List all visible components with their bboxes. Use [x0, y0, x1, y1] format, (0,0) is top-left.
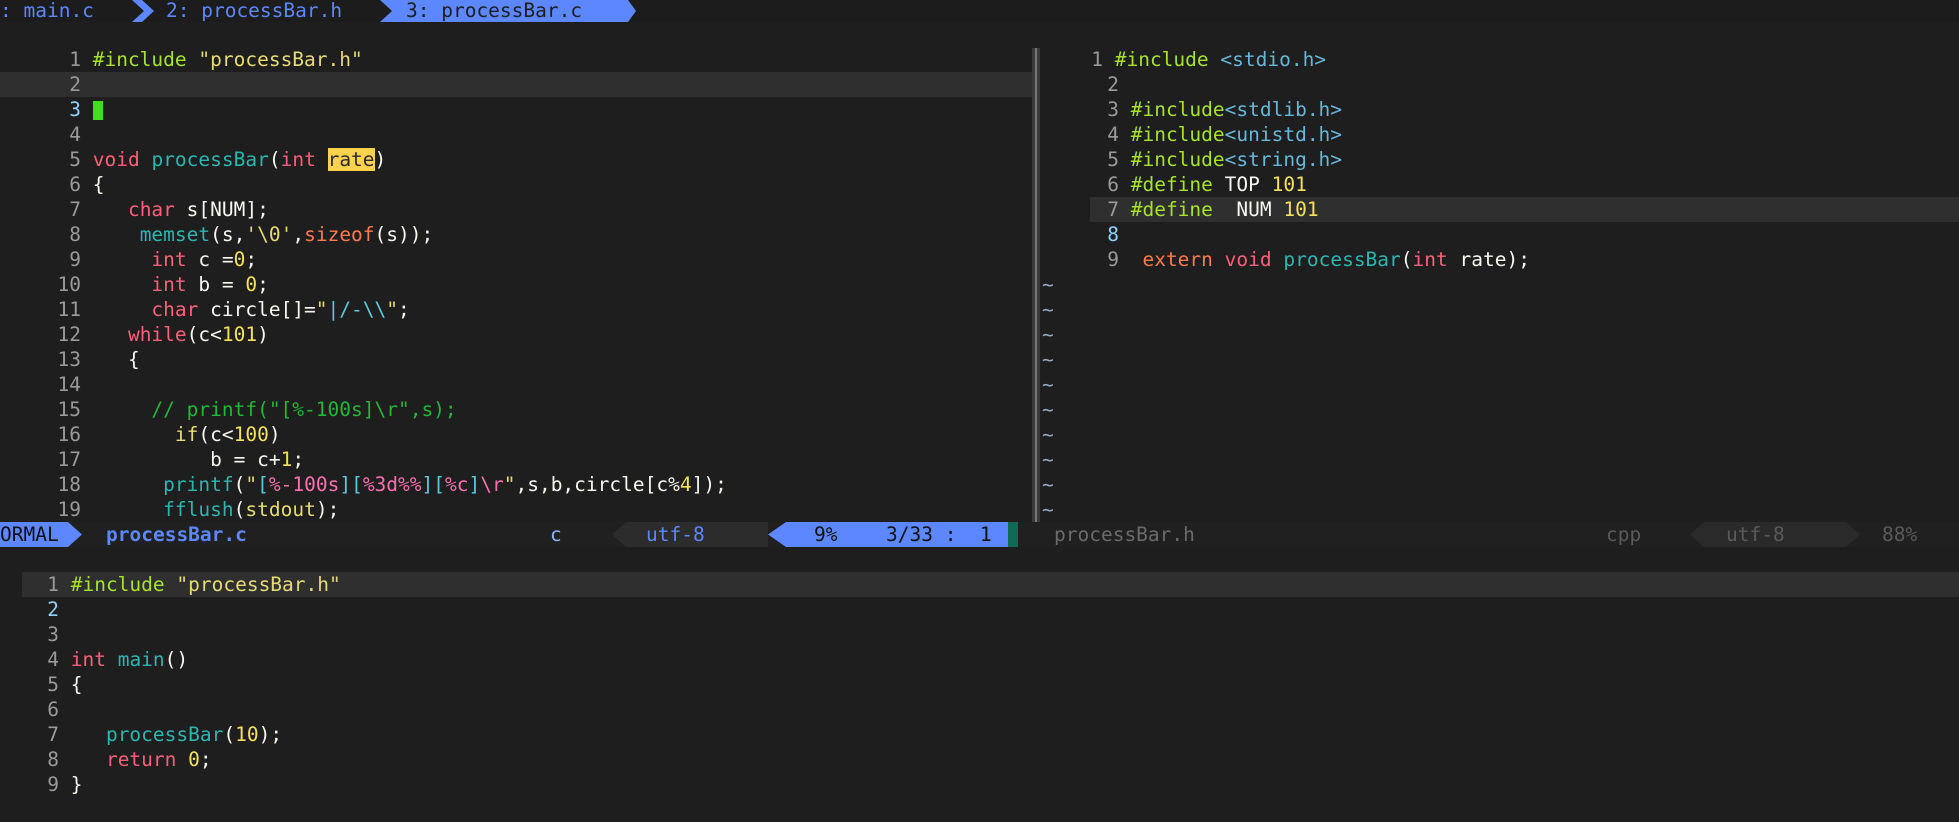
tab-processbar-h[interactable]: 2: processBar.h — [166, 0, 342, 22]
code-line: 3 — [0, 72, 103, 121]
statusline-filename: processBar.c — [106, 523, 247, 546]
code-line: 5 #include<string.h> — [1048, 122, 1342, 171]
statusline-percent-inactive: 88% — [1882, 523, 1918, 546]
code-line: 4 int main() — [47, 648, 189, 671]
code-line: 8 return 0; — [47, 748, 212, 771]
code-line: 15 // printf("[%-100s]\r",s); — [0, 372, 456, 421]
empty-line-marker: ~ — [1042, 348, 1054, 371]
code-line: 7 char s[NUM]; — [0, 172, 269, 221]
empty-line-marker: ~ — [1042, 473, 1054, 496]
split-scrollbar[interactable] — [1035, 48, 1037, 522]
code-line: 1 #include "processBar.h" — [0, 22, 363, 71]
statusline-percent: 9% — [814, 523, 838, 546]
code-line: 10 int b = 0; — [0, 247, 268, 296]
tab-main-c[interactable]: : main.c — [0, 0, 94, 22]
text-cursor — [92, 101, 103, 120]
editor-pane-main-c[interactable]: 1 #include "processBar.h" 2 3 4 int main… — [0, 547, 1959, 822]
code-line: 18 printf("[%-100s][%3d%%][%c]\r",s,b,ci… — [0, 447, 726, 496]
line-number: 9 — [1107, 248, 1119, 271]
statusline-filetype-inactive: cpp — [1606, 523, 1642, 546]
code-line: 2 — [1048, 47, 1119, 96]
statusline-end-marker — [1008, 522, 1018, 547]
code-line: 13 { — [0, 322, 139, 371]
statusline-position: 3/33 : 1 — [886, 523, 992, 546]
statusline-encoding-inactive: utf-8 — [1726, 523, 1785, 546]
mode-indicator: ORMAL — [0, 522, 68, 547]
tabline: : main.c 2: processBar.h 3: processBar.c — [0, 0, 1959, 22]
code-line: 14 — [0, 347, 80, 396]
code-line: 6 — [0, 672, 59, 721]
empty-line-marker: ~ — [1042, 423, 1054, 446]
code-line: 4 #include<unistd.h> — [1048, 97, 1342, 146]
code-line: 19 fflush(stdout); — [0, 472, 339, 521]
code-line: 20 if(c<100) — [0, 497, 316, 522]
editor-pane-processbar-h[interactable]: 1 #include <stdio.h> 2 3 #include<stdlib… — [1040, 22, 1959, 522]
code-line: 7 #define NUM 101 — [1048, 172, 1318, 221]
code-line: 1 #include <stdio.h> — [1040, 22, 1326, 71]
statusline: ORMAL processBar.c c utf-8 9% 3/33 : 1 p… — [0, 522, 1959, 547]
code-line: 1 #include "processBar.h" — [47, 573, 341, 596]
powerline-separator-icon — [1846, 522, 1860, 547]
code-line: 9 extern void processBar(int rate); — [1048, 222, 1530, 271]
empty-line-marker: ~ — [1042, 448, 1054, 471]
tab-end-arrow-icon — [620, 0, 636, 22]
empty-line-marker: ~ — [1042, 398, 1054, 421]
code-line: 9 } — [47, 773, 83, 796]
cursor-line — [0, 72, 1032, 97]
powerline-separator-icon — [612, 522, 626, 547]
statusline-encoding: utf-8 — [646, 523, 705, 546]
code-line: 5 void processBar(int rate) — [0, 122, 386, 171]
code-line: 6 #define TOP 101 — [1048, 147, 1307, 196]
powerline-arrow-icon — [68, 522, 82, 547]
powerline-separator-icon — [768, 522, 786, 547]
code-line: 11 char circle[]="|/-\\"; — [0, 272, 409, 321]
empty-line-marker: ~ — [1042, 323, 1054, 346]
code-line: 4 — [0, 97, 81, 146]
code-line: 2 — [0, 572, 59, 621]
empty-line-marker: ~ — [1042, 498, 1054, 521]
editor-pane-processbar-c[interactable]: 1 #include "processBar.h" 2 3 4 5 void p… — [0, 22, 1032, 522]
code-line: 9 int c =0; — [0, 222, 257, 271]
code-line: 3 — [0, 597, 59, 646]
statusline-filetype: c — [550, 523, 562, 546]
code-line: 16 if(c<100) — [0, 397, 280, 446]
code-line: 12 while(c<101) — [0, 297, 268, 346]
tab-processbar-c[interactable]: 3: processBar.c — [406, 0, 582, 22]
line-number: 9 — [47, 773, 59, 796]
empty-line-marker: ~ — [1042, 273, 1054, 296]
code-line: 2 — [0, 47, 81, 96]
code-line: 3 #include<stdlib.h> — [1048, 72, 1342, 121]
code-line: 7 processBar(10); — [47, 723, 283, 746]
powerline-separator-icon — [1690, 522, 1704, 547]
tab-separator-icon — [380, 0, 392, 22]
statusline-filename-inactive: processBar.h — [1054, 523, 1195, 546]
empty-line-marker: ~ — [1042, 373, 1054, 396]
code-line: 17 b = c+1; — [0, 422, 304, 471]
tab-separator-icon — [132, 0, 154, 22]
empty-line-marker: ~ — [1042, 298, 1054, 321]
code-line: 5 { — [47, 673, 83, 696]
code-line: 8 — [1048, 197, 1119, 246]
code-line: 6 { — [0, 147, 104, 196]
code-line: 8 memset(s,'\0',sizeof(s)); — [0, 197, 433, 246]
